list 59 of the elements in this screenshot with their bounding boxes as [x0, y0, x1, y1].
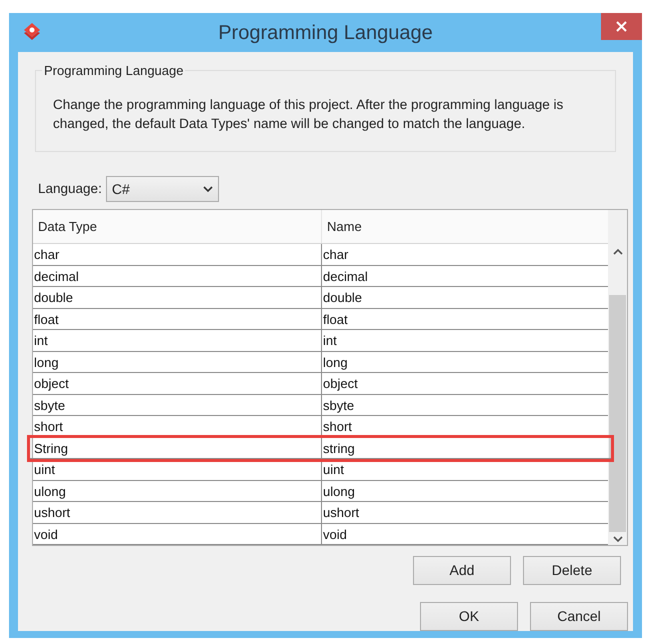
close-icon: [616, 21, 627, 32]
table-cell-text: void: [322, 526, 348, 544]
chevron-up-icon[interactable]: [612, 248, 622, 255]
chevron-down-icon: [202, 186, 213, 192]
table-cell: sbyte: [33, 394, 322, 415]
table-cell-text: float: [322, 310, 349, 328]
table-cell: char: [33, 244, 322, 264]
table-cell: object: [33, 373, 322, 394]
table-row[interactable]: uint uint: [33, 459, 608, 480]
table-cell-text: string: [322, 440, 356, 458]
table-row[interactable]: object object: [33, 373, 608, 394]
table-row[interactable]: int int: [33, 330, 608, 352]
table-row[interactable]: float float: [33, 308, 608, 330]
column-header[interactable]: Data Type: [33, 210, 322, 243]
table-cell: String: [33, 438, 322, 458]
scrollbar[interactable]: [608, 210, 627, 545]
table-row[interactable]: void void: [33, 524, 608, 545]
scrollbar-thumb[interactable]: [609, 295, 626, 532]
table-cell: ulong: [33, 480, 322, 501]
table-cell: double: [33, 287, 322, 308]
column-header[interactable]: Name: [322, 210, 608, 243]
table-cell-text: char: [322, 246, 350, 264]
table-row[interactable]: decimal decimal: [33, 266, 608, 287]
dialog-button[interactable]: Delete: [523, 556, 621, 585]
table-cell: long: [33, 352, 322, 372]
table-row[interactable]: long long: [33, 352, 608, 373]
table-row[interactable]: ulong ulong: [33, 480, 608, 502]
table-row[interactable]: String string: [30, 438, 611, 459]
table-row[interactable]: sbyte sbyte: [33, 394, 608, 416]
description-text: Change the programming language of this project. After the programming language is changed, the default Data Types' name will be changed to match the language.: [53, 96, 564, 133]
table-cell: float: [33, 308, 322, 329]
app-logo-icon: [23, 22, 41, 42]
dialog-button[interactable]: Cancel: [530, 602, 628, 631]
table-cell: void: [33, 524, 322, 544]
table-cell-text: ulong: [322, 482, 356, 501]
table-row[interactable]: char char: [33, 244, 608, 266]
table-cell: decimal: [33, 266, 322, 286]
table-cell: ushort: [33, 502, 322, 522]
dialog-button[interactable]: OK: [420, 602, 518, 631]
table-row[interactable]: double double: [33, 287, 608, 308]
table-cell-text: short: [322, 418, 353, 436]
language-label: Language:: [38, 180, 102, 198]
window-title: Programming Language: [218, 20, 433, 46]
table-cell: uint: [33, 459, 322, 480]
table-cell: int: [33, 330, 322, 350]
table-cell-text: decimal: [322, 268, 369, 286]
table-cell-text: object: [322, 375, 359, 393]
table-cell-text: double: [322, 289, 364, 307]
close-button[interactable]: [601, 13, 642, 40]
table-cell-text: ushort: [322, 504, 360, 522]
chevron-down-icon[interactable]: [612, 536, 622, 543]
table-cell-text: uint: [322, 461, 345, 479]
table-cell-text: sbyte: [322, 396, 356, 415]
language-dropdown[interactable]: C#: [106, 176, 219, 202]
table-cell-text: long: [322, 354, 349, 372]
table-cell: short: [33, 416, 322, 436]
dialog-button[interactable]: Add: [413, 556, 511, 585]
table-cell-text: int: [322, 332, 338, 350]
table-row[interactable]: ushort ushort: [33, 502, 608, 524]
